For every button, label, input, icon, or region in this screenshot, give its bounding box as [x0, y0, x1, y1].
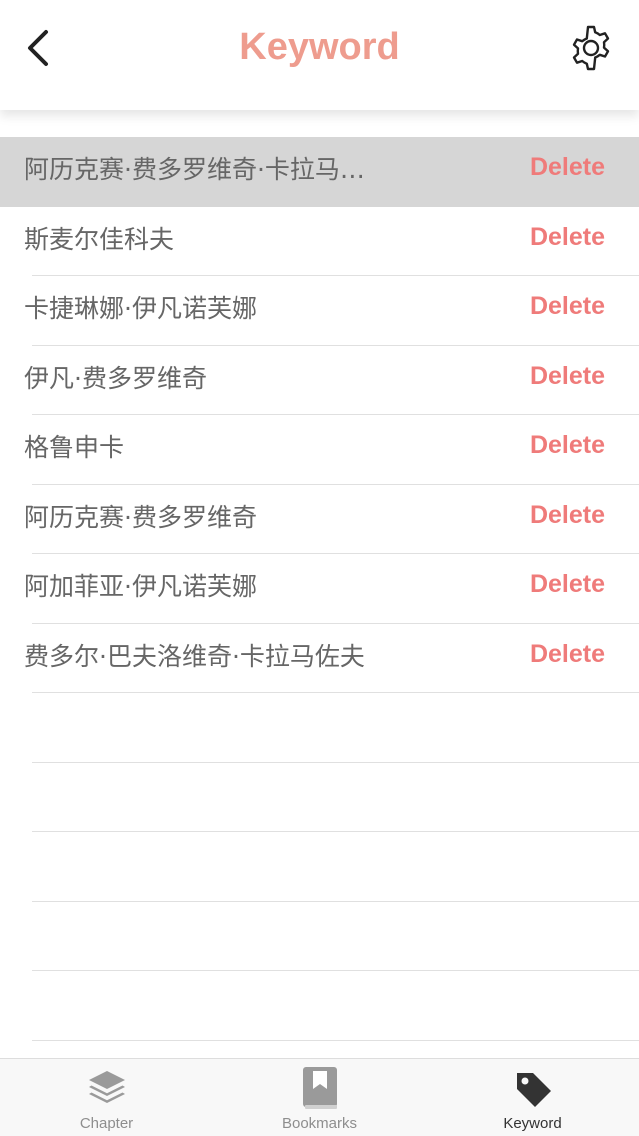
delete-button[interactable]: Delete [530, 292, 605, 321]
tab-bar: Chapter Bookmarks Keyword [0, 1058, 639, 1136]
delete-button[interactable]: Delete [530, 153, 605, 182]
delete-button[interactable]: Delete [530, 431, 605, 460]
keyword-row[interactable]: 卡捷琳娜·伊凡诺芙娜 Delete [0, 276, 639, 346]
tab-label: Keyword [503, 1115, 562, 1132]
delete-button[interactable]: Delete [530, 501, 605, 530]
delete-button[interactable]: Delete [530, 223, 605, 252]
keyword-row[interactable]: 伊凡·费多罗维奇 Delete [0, 346, 639, 415]
tab-bookmarks[interactable]: Bookmarks [213, 1059, 426, 1136]
empty-row [0, 902, 639, 971]
keyword-label: 阿历克赛·费多罗维奇·卡拉马… [24, 155, 365, 184]
keyword-label: 阿历克赛·费多罗维奇 [24, 502, 257, 532]
keyword-label: 伊凡·费多罗维奇 [24, 363, 207, 393]
delete-button[interactable]: Delete [530, 362, 605, 391]
tag-icon [509, 1065, 557, 1113]
book-icon [296, 1065, 344, 1113]
layers-icon [83, 1065, 131, 1113]
delete-button[interactable]: Delete [530, 640, 605, 669]
tab-label: Bookmarks [281, 1115, 358, 1132]
keyword-label: 费多尔·巴夫洛维奇·卡拉马佐夫 [24, 641, 365, 671]
keyword-row[interactable]: 斯麦尔佳科夫 Delete [0, 207, 639, 276]
keyword-row[interactable]: 阿历克赛·费多罗维奇 Delete [0, 485, 639, 554]
keyword-row[interactable]: 阿历克赛·费多罗维奇·卡拉马… Delete [0, 137, 639, 207]
gear-icon [572, 25, 610, 71]
tab-label: Chapter [79, 1115, 134, 1132]
settings-button[interactable] [565, 22, 617, 74]
tab-chapter[interactable]: Chapter [0, 1059, 213, 1136]
keyword-list: 阿历克赛·费多罗维奇·卡拉马… Delete 斯麦尔佳科夫 Delete 卡捷琳娜·伊凡… [0, 137, 639, 1041]
empty-row [0, 832, 639, 902]
keyword-label: 阿加菲亚·伊凡诺芙娜 [24, 572, 257, 601]
row-divider [32, 1039, 639, 1041]
header: Keyword [0, 0, 639, 110]
keyword-row[interactable]: 格鲁申卡 Delete [0, 415, 639, 485]
keyword-label: 斯麦尔佳科夫 [24, 224, 175, 254]
empty-row [0, 971, 639, 1041]
tab-keyword[interactable]: Keyword [426, 1059, 639, 1136]
empty-row [0, 693, 639, 763]
delete-button[interactable]: Delete [530, 570, 605, 599]
keyword-row[interactable]: 阿加菲亚·伊凡诺芙娜 Delete [0, 554, 639, 624]
keyword-label: 格鲁申卡 [24, 433, 125, 462]
page-title: Keyword [239, 26, 400, 68]
empty-row [0, 763, 639, 832]
keyword-label: 卡捷琳娜·伊凡诺芙娜 [24, 294, 257, 323]
keyword-row[interactable]: 费多尔·巴夫洛维奇·卡拉马佐夫 Delete [0, 624, 639, 693]
